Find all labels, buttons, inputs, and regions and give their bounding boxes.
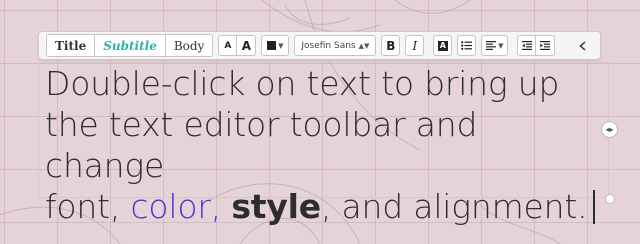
resize-handle-horizontal[interactable]: ◂▸ [601, 121, 618, 138]
font-size-group: A A [218, 35, 257, 56]
bold-word: style [231, 187, 321, 226]
color-swatch-icon [267, 41, 277, 50]
alignment-select[interactable]: ▼ [481, 35, 509, 56]
font-family-select[interactable]: Josefin Sans ▲▼ [294, 35, 377, 56]
collapse-toolbar-button[interactable] [575, 35, 589, 56]
outdent-icon [521, 41, 532, 50]
align-left-icon [486, 41, 497, 50]
text-style-group: Title Subtitle Body [46, 34, 214, 57]
text-line-3-suffix: , and alignment. [320, 187, 588, 226]
chevron-down-icon: ▲▼ [358, 41, 370, 50]
text-cursor [593, 190, 596, 224]
title-style-button[interactable]: Title [47, 35, 96, 56]
bold-button[interactable]: B [381, 35, 401, 56]
font-family-value: Josefin Sans [301, 40, 356, 51]
highlight-button[interactable]: A [433, 35, 453, 56]
body-style-button[interactable]: Body [166, 35, 213, 56]
text-line-1: Double-click on text to bring up [45, 64, 560, 103]
text-line-3-prefix: font, [45, 187, 131, 226]
text-space [221, 187, 231, 226]
increase-font-size-button[interactable]: A [237, 35, 257, 56]
collapse-chevron-icon [579, 40, 586, 51]
resize-handle-corner[interactable] [605, 194, 615, 204]
indent-button[interactable] [536, 35, 556, 56]
outdent-button[interactable] [517, 35, 537, 56]
decrease-font-size-button[interactable]: A [218, 35, 238, 56]
horizontal-arrows-icon: ◂▸ [605, 125, 614, 134]
text-editor-toolbar: Title Subtitle Body A A ▼ Josefin Sans ▲… [38, 31, 601, 60]
subtitle-style-button[interactable]: Subtitle [95, 35, 166, 56]
indent-group [517, 35, 556, 56]
highlight-icon: A [437, 40, 448, 51]
indent-icon [540, 41, 551, 50]
editable-text-block[interactable]: Double-click on text to bring up the text… [45, 63, 605, 227]
chevron-down-icon: ▼ [498, 41, 504, 50]
colored-word: color, [130, 187, 222, 226]
bulleted-list-icon [461, 41, 473, 50]
text-line-2: the text editor toolbar and change [45, 105, 478, 185]
italic-button[interactable]: I [405, 35, 425, 56]
bulleted-list-button[interactable] [457, 35, 477, 56]
text-color-button[interactable]: ▼ [261, 35, 290, 56]
chevron-down-icon: ▼ [278, 41, 284, 50]
